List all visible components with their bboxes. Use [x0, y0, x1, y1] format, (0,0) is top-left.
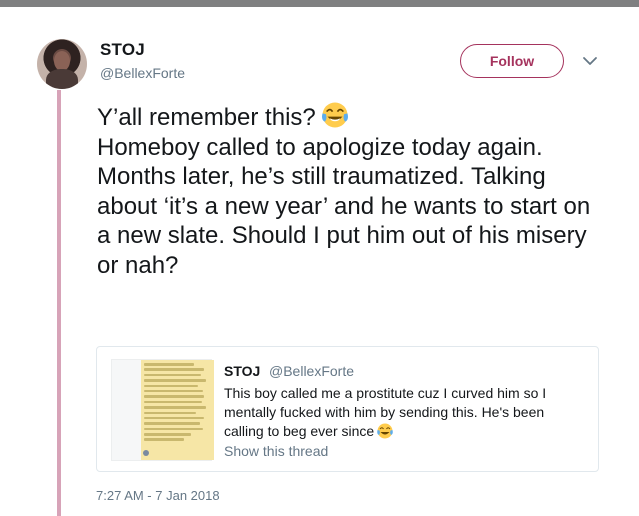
tweet-timestamp[interactable]: 7:27 AM - 7 Jan 2018 [96, 488, 220, 503]
note-dot-icon [143, 450, 149, 456]
show-thread-link[interactable]: Show this thread [224, 443, 328, 459]
tweet-text-body: Homeboy called to apologize today again.… [97, 133, 591, 279]
tweet-text-line-1: Y’all remember this? [97, 104, 316, 131]
thread-line [57, 90, 61, 516]
avatar-body [46, 69, 78, 89]
quoted-tweet-card[interactable]: STOJ @BellexForte This boy called me a p… [96, 346, 599, 472]
face-with-tears-of-joy-icon [321, 102, 348, 128]
quoted-tweet-text: This boy called me a prostitute cuz I cu… [224, 384, 554, 441]
author-handle[interactable]: @BellexForte [100, 65, 185, 81]
handwritten-note-image [141, 360, 214, 460]
face-with-tears-of-joy-icon [377, 423, 393, 439]
quoted-author-handle: @BellexForte [269, 363, 355, 379]
avatar-face [54, 51, 70, 71]
tweet-text: Y’all remember this? Homeboy called to a… [97, 100, 607, 280]
quoted-tweet-thumbnail[interactable] [111, 359, 214, 461]
follow-button[interactable]: Follow [460, 44, 564, 78]
chevron-down-icon[interactable] [582, 55, 598, 67]
avatar[interactable] [37, 39, 87, 89]
quoted-author-name: STOJ [224, 363, 261, 379]
author-name[interactable]: STOJ [100, 40, 145, 60]
top-bar [0, 0, 639, 7]
